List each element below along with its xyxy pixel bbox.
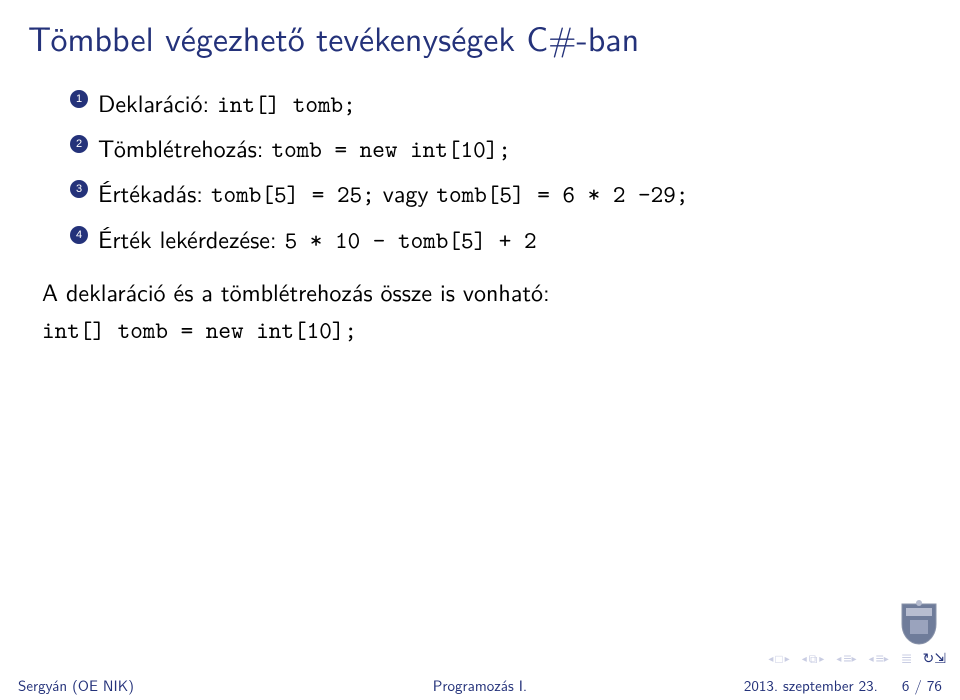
bullet-number: 4	[70, 226, 88, 244]
item-label: Tömblétrehozás:	[98, 130, 271, 165]
item-label: Deklaráció:	[98, 85, 217, 120]
beamer-nav: ◂□▸ ◂⧉▸ ◂≡▸ ◂≡▸ ≣ ↻⇲	[768, 648, 946, 668]
slide-title: Tömbbel végezhető tevékenységek C#-ban	[0, 0, 960, 68]
item-label: Értékadás:	[98, 175, 211, 210]
bullet-number: 1	[70, 90, 88, 108]
footer-right: 2013. szeptember 23. 6 / 76	[640, 670, 960, 700]
item-code: tomb[5] = 25;	[211, 178, 375, 210]
nav-refresh-icon[interactable]: ↻⇲	[923, 648, 946, 668]
slide: Tömbbel végezhető tevékenységek C#-ban 1…	[0, 0, 960, 700]
list-item: 2 Tömblétrehozás: tomb = new int[10];	[70, 129, 910, 168]
paragraph-text: A deklaráció és a tömblétrehozás össze i…	[42, 274, 550, 309]
slide-content: 1 Deklaráció: int[] tomb; 2 Tömblétrehoz…	[0, 68, 960, 349]
item-code: tomb = new int[10];	[271, 133, 510, 165]
footer-title: Programozás I.	[320, 670, 640, 700]
nav-outline-icon[interactable]: ≣	[901, 648, 911, 668]
paragraph-code: int[] tomb = new int[10];	[42, 314, 357, 346]
nav-prev-frame-icon[interactable]: ◂⧉▸	[802, 649, 825, 667]
paragraph: A deklaráció és a tömblétrehozás össze i…	[42, 273, 910, 349]
bullet-number: 2	[70, 135, 88, 153]
footer-page: 6 / 76	[902, 674, 942, 696]
item-code-2: tomb[5] = 6 * 2 -29;	[436, 178, 688, 210]
slide-footer: Sergyán (OE NIK) Programozás I. 2013. sz…	[0, 670, 960, 700]
nav-prev-slide-icon[interactable]: ◂□▸	[768, 649, 789, 667]
bullet-number: 3	[70, 180, 88, 198]
nav-prev-section-icon[interactable]: ◂≡▸	[836, 648, 856, 668]
institution-crest-icon	[898, 598, 940, 650]
item-code: int[] tomb;	[217, 88, 356, 120]
footer-author: Sergyán (OE NIK)	[0, 670, 320, 700]
list-item: 3 Értékadás: tomb[5] = 25; vagy tomb[5] …	[70, 174, 910, 213]
item-label: Érték lekérdezése:	[98, 221, 285, 256]
list-item: 4 Érték lekérdezése: 5 * 10 - tomb[5] + …	[70, 220, 910, 259]
nav-prev-subsection-icon[interactable]: ◂≡▸	[869, 648, 889, 668]
list-item: 1 Deklaráció: int[] tomb;	[70, 84, 910, 123]
item-code: 5 * 10 - tomb[5] + 2	[285, 224, 537, 256]
item-mid: vagy	[375, 175, 437, 210]
footer-date: 2013. szeptember 23.	[744, 674, 878, 696]
